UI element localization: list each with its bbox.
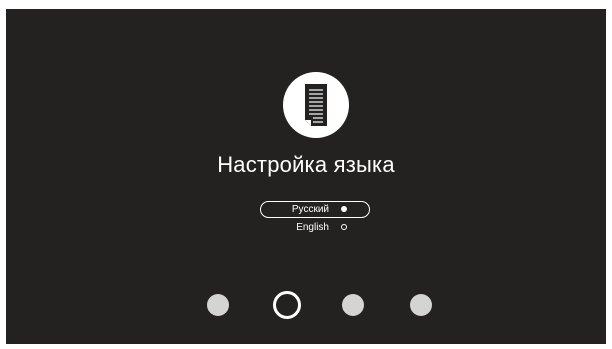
page-dot-4[interactable] (410, 294, 432, 316)
language-option-label: Русский (291, 204, 329, 215)
language-setup-screen: Настройка языка Русский English (6, 9, 606, 344)
page-dot-2-active[interactable] (273, 291, 301, 319)
page-title: Настройка языка (217, 152, 395, 177)
language-option-english[interactable]: English (260, 219, 370, 236)
document-icon (283, 72, 349, 138)
page-dot-1[interactable] (207, 294, 229, 316)
page-dot-3[interactable] (342, 294, 364, 316)
language-option-russian[interactable]: Русский (260, 201, 370, 218)
page-indicator (6, 291, 606, 319)
language-option-label: English (296, 222, 329, 233)
radio-selected-icon (341, 206, 347, 212)
radio-unselected-icon (341, 224, 347, 230)
